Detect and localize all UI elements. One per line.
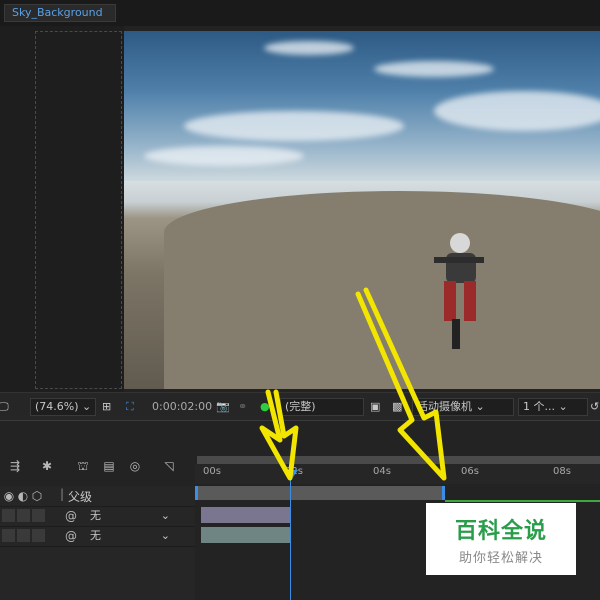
parent-select[interactable]: 无 ⌄ xyxy=(84,528,174,543)
shy-layers-icon[interactable]: ⛫ xyxy=(76,459,90,473)
viewer-toolbar: 🖵 (74.6%) ⌄ ⊞ ⛶ 0:00:02:00 📷 ⚭ ● (完整) ▣ … xyxy=(0,392,600,421)
sky-image xyxy=(124,31,600,181)
composition-tab[interactable]: Sky_Background xyxy=(4,4,116,22)
video-switch-icon[interactable]: ◉ xyxy=(2,489,16,503)
render-bar xyxy=(445,500,600,502)
frame-blending-icon[interactable]: ▤ xyxy=(102,459,116,473)
layer-switch[interactable] xyxy=(32,509,45,522)
cloud xyxy=(144,146,304,166)
monitor-icon[interactable]: 🖵 xyxy=(0,393,9,421)
color-channel-icon[interactable]: ● xyxy=(260,393,270,421)
zoom-dropdown[interactable]: (74.6%) ⌄ xyxy=(30,398,96,416)
composition-tab-bar: Sky_Background xyxy=(0,0,600,26)
reset-exposure-icon[interactable]: ↺ xyxy=(590,393,599,421)
cloud xyxy=(374,61,494,77)
layer-bar[interactable] xyxy=(201,507,291,523)
resolution-dropdown[interactable]: (完整) xyxy=(280,398,364,416)
layer-switch[interactable] xyxy=(32,529,45,542)
watermark: 百科全说 助你轻松解决 xyxy=(426,503,576,575)
dirt-hill xyxy=(164,191,600,389)
layer-bar[interactable] xyxy=(201,527,291,543)
layer-switch[interactable] xyxy=(17,529,30,542)
draft-3d-icon[interactable]: ✱ xyxy=(40,459,54,473)
column-header-row: ◉ ◐ ⬡ | 父级 xyxy=(0,486,195,507)
grid-icon[interactable]: ⊞ xyxy=(102,393,111,421)
time-navigator[interactable] xyxy=(197,456,600,464)
snapshot-icon[interactable]: 📷 xyxy=(216,393,230,421)
parent-select[interactable]: 无 ⌄ xyxy=(84,508,174,523)
ruler-label: 04s xyxy=(373,466,391,477)
pick-whip-icon[interactable]: @ xyxy=(64,529,78,543)
transparency-grid-icon[interactable]: ▩ xyxy=(392,393,402,421)
solo-icon[interactable]: ◐ xyxy=(16,489,30,503)
layer-switch[interactable] xyxy=(2,509,15,522)
cloud xyxy=(434,91,600,131)
layer-panel: ◉ ◐ ⬡ | 父级 @ 无 ⌄ @ 无 ⌄ xyxy=(0,486,195,600)
region-of-interest-icon[interactable]: ▣ xyxy=(370,393,380,421)
layer-switch[interactable] xyxy=(2,529,15,542)
mask-icon[interactable]: ⛶ xyxy=(126,393,134,421)
parent-column-header: 父级 xyxy=(68,490,93,504)
watermark-title: 百科全说 xyxy=(454,519,547,544)
ruler-label: 00s xyxy=(203,466,221,477)
playhead-handle[interactable] xyxy=(284,470,298,480)
layer-switch[interactable] xyxy=(17,509,30,522)
playhead-line[interactable] xyxy=(290,470,291,600)
pick-whip-icon[interactable]: @ xyxy=(64,509,78,523)
graph-editor-icon[interactable]: ◹ xyxy=(162,459,176,473)
layer-row[interactable]: @ 无 ⌄ xyxy=(0,526,195,547)
left-panel-frame xyxy=(35,31,122,389)
camera-dropdown[interactable]: 活动摄像机 ⌄ xyxy=(412,398,514,416)
motion-blur-icon[interactable]: ◎ xyxy=(128,459,142,473)
flowchart-icon[interactable]: ⇶ xyxy=(8,459,22,473)
show-snapshot-icon[interactable]: ⚭ xyxy=(238,393,247,421)
timecode-display[interactable]: 0:00:02:00 xyxy=(152,393,212,421)
cloud xyxy=(264,41,354,55)
ruler-label: 06s xyxy=(461,466,479,477)
work-area-bar[interactable] xyxy=(195,486,445,500)
composition-viewer[interactable] xyxy=(124,31,600,389)
time-ruler[interactable]: 00s 02s 04s 06s 08s xyxy=(195,464,600,484)
watermark-subtitle: 助你轻松解决 xyxy=(458,551,543,566)
layer-row[interactable]: @ 无 ⌄ xyxy=(0,506,195,527)
lock-icon[interactable]: ⬡ xyxy=(30,489,44,503)
motocross-rider xyxy=(434,233,484,349)
ruler-label: 08s xyxy=(553,466,571,477)
views-dropdown[interactable]: 1 个... ⌄ xyxy=(518,398,588,416)
cloud xyxy=(184,111,404,141)
